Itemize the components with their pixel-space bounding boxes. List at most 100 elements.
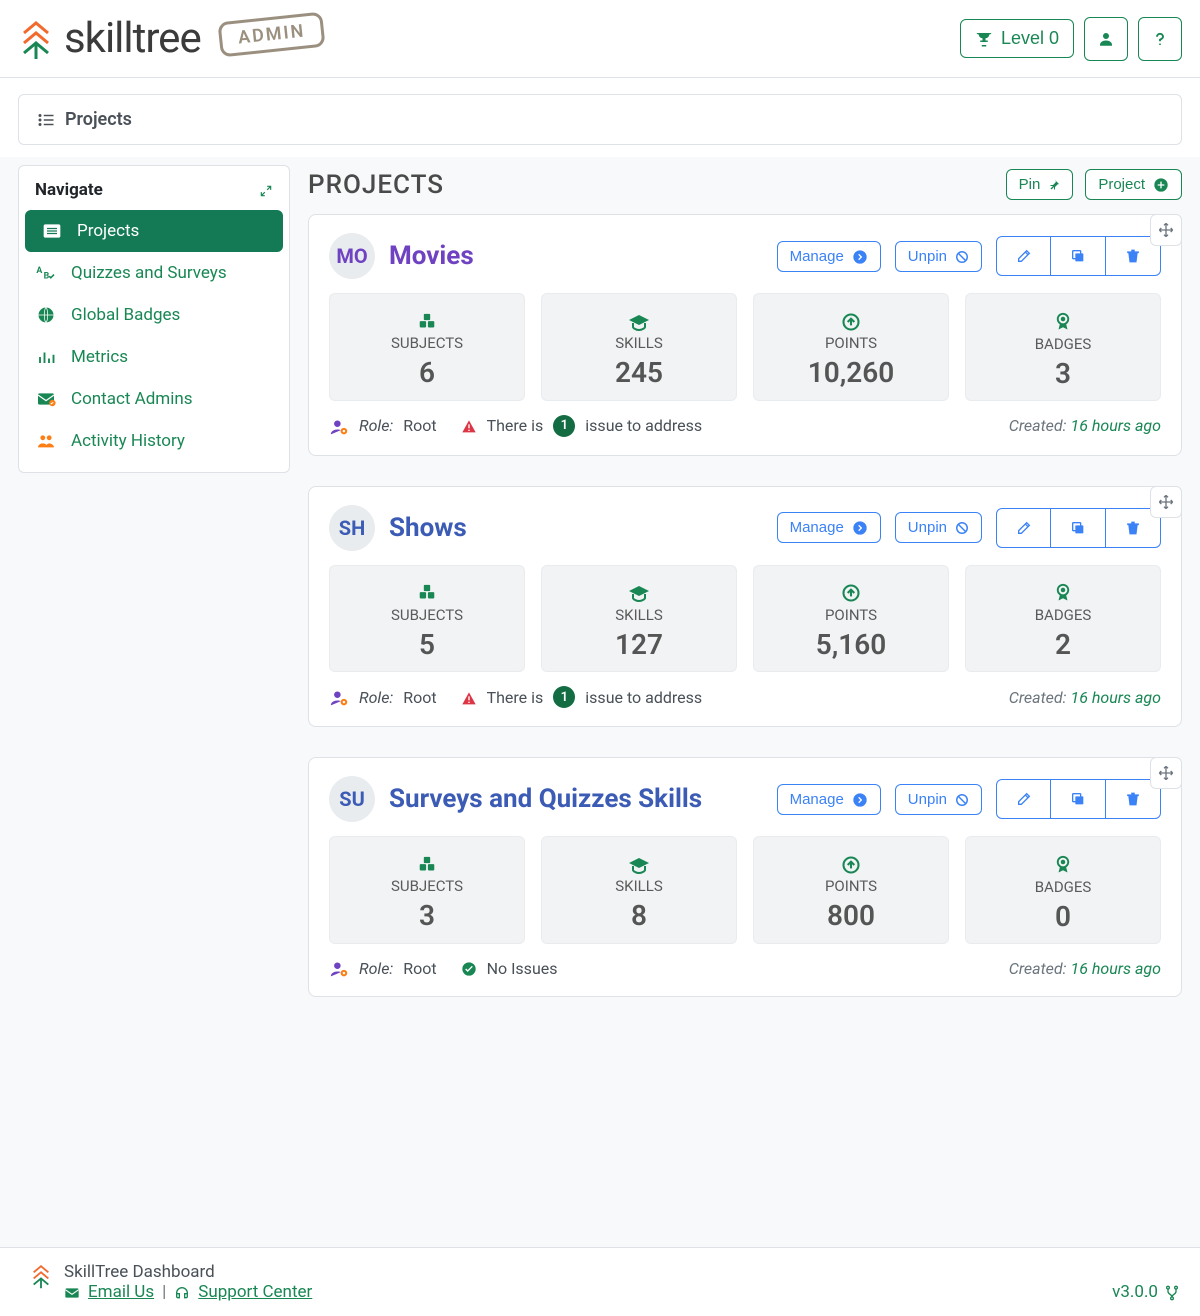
stat-subjects: SUBJECTS3 <box>329 836 525 944</box>
brand-name: skilltree <box>64 14 201 63</box>
stat-subjects: SUBJECTS5 <box>329 565 525 673</box>
envelope-icon <box>35 391 57 407</box>
user-icon <box>1097 28 1115 49</box>
edit-button[interactable] <box>996 236 1051 276</box>
created-label: Created: <box>1009 416 1067 435</box>
award-icon <box>966 308 1160 333</box>
help-button[interactable] <box>1138 17 1182 61</box>
check-circle-icon <box>461 959 477 978</box>
sidebar-item-global-badges[interactable]: Global Badges <box>19 294 289 336</box>
sidebar-item-projects[interactable]: Projects <box>25 210 283 252</box>
sidebar-item-label: Projects <box>77 221 139 241</box>
project-title[interactable]: Surveys and Quizzes Skills <box>389 784 702 814</box>
sidebar-item-activity-history[interactable]: Activity History <box>19 420 289 462</box>
role-label: Role: <box>359 416 393 435</box>
sidebar-item-label: Global Badges <box>71 305 180 325</box>
unpin-button[interactable]: Unpin <box>895 512 982 543</box>
git-branch-icon <box>1164 1282 1180 1302</box>
svg-text:B: B <box>44 272 50 281</box>
sidebar-item-label: Metrics <box>71 347 128 367</box>
sidebar-item-quizzes-and-surveys[interactable]: ABQuizzes and Surveys <box>19 252 289 294</box>
envelope-icon <box>64 1282 80 1302</box>
pin-button[interactable]: Pin <box>1006 169 1074 200</box>
footer-title: SkillTree Dashboard <box>64 1262 312 1282</box>
created-label: Created: <box>1009 688 1067 707</box>
created-value: 16 hours ago <box>1070 416 1161 435</box>
ban-icon <box>955 519 969 536</box>
role-label: Role: <box>359 688 393 707</box>
stat-skills: SKILLS8 <box>541 836 737 944</box>
project-title[interactable]: Movies <box>389 241 474 271</box>
arrow-right-circle-icon <box>852 519 868 536</box>
stat-subjects: SUBJECTS6 <box>329 293 525 401</box>
edit-button[interactable] <box>996 508 1051 548</box>
issue-suffix: issue to address <box>585 688 702 707</box>
pin-icon <box>1048 176 1060 193</box>
action-button-group <box>996 236 1161 276</box>
award-icon <box>966 851 1160 876</box>
sidebar-item-contact-admins[interactable]: Contact Admins <box>19 378 289 420</box>
breadcrumb-label: Projects <box>65 109 132 130</box>
project-avatar: MO <box>329 233 375 279</box>
arrow-up-circle-icon <box>754 580 948 604</box>
plus-circle-icon <box>1153 176 1169 193</box>
project-card: SH Shows Manage Unpin SUBJ <box>308 486 1182 728</box>
role-value: Root <box>403 959 436 978</box>
project-avatar: SU <box>329 776 375 822</box>
sidebar-item-metrics[interactable]: Metrics <box>19 336 289 378</box>
version: v3.0.0 <box>1112 1282 1180 1302</box>
sidebar-title: Navigate <box>35 180 103 200</box>
globe-icon <box>35 306 57 324</box>
stat-points: POINTS5,160 <box>753 565 949 673</box>
copy-button[interactable] <box>1051 236 1106 276</box>
unpin-button[interactable]: Unpin <box>895 241 982 272</box>
arrow-right-circle-icon <box>852 791 868 808</box>
created-value: 16 hours ago <box>1070 959 1161 978</box>
header-actions: Level 0 <box>960 17 1182 61</box>
drag-handle[interactable] <box>1150 757 1182 789</box>
graduation-cap-icon <box>542 580 736 604</box>
role-label: Role: <box>359 959 393 978</box>
stat-skills: SKILLS127 <box>541 565 737 673</box>
sidebar: Navigate Projects ABQuizzes and Surveys Gl… <box>18 165 290 473</box>
copy-button[interactable] <box>1051 508 1106 548</box>
manage-button[interactable]: Manage <box>777 784 881 815</box>
cubes-icon <box>330 851 524 875</box>
brand: skilltree ADMIN <box>18 14 324 63</box>
manage-button[interactable]: Manage <box>777 512 881 543</box>
copy-button[interactable] <box>1051 779 1106 819</box>
stat-points: POINTS10,260 <box>753 293 949 401</box>
project-title[interactable]: Shows <box>389 513 467 543</box>
app-header: skilltree ADMIN Level 0 <box>0 0 1200 78</box>
manage-button[interactable]: Manage <box>777 241 881 272</box>
email-us-link[interactable]: Email Us <box>88 1282 154 1302</box>
collapse-icon[interactable] <box>259 180 273 200</box>
support-center-link[interactable]: Support Center <box>198 1282 312 1302</box>
headset-icon <box>174 1282 190 1302</box>
svg-text:A: A <box>36 266 42 276</box>
cubes-icon <box>330 308 524 332</box>
edit-button[interactable] <box>996 779 1051 819</box>
user-button[interactable] <box>1084 17 1128 61</box>
drag-handle[interactable] <box>1150 486 1182 518</box>
drag-handle[interactable] <box>1150 214 1182 246</box>
user-gear-icon <box>329 688 349 708</box>
arrow-up-circle-icon <box>754 851 948 875</box>
cubes-icon <box>330 580 524 604</box>
role-value: Root <box>403 688 436 707</box>
new-project-button[interactable]: Project <box>1085 169 1182 200</box>
no-issues-label: No Issues <box>487 959 558 978</box>
stat-skills: SKILLS245 <box>541 293 737 401</box>
unpin-button[interactable]: Unpin <box>895 784 982 815</box>
level-button[interactable]: Level 0 <box>960 19 1074 58</box>
issue-prefix: There is <box>487 688 544 707</box>
issue-suffix: issue to address <box>585 416 702 435</box>
project-avatar: SH <box>329 505 375 551</box>
skilltree-logo-icon <box>18 17 54 61</box>
arrow-right-circle-icon <box>852 248 868 265</box>
sidebar-item-label: Activity History <box>71 431 185 451</box>
issue-prefix: There is <box>487 416 544 435</box>
admin-stamp: ADMIN <box>217 12 325 58</box>
issue-count-badge: 1 <box>553 686 575 708</box>
action-button-group <box>996 508 1161 548</box>
